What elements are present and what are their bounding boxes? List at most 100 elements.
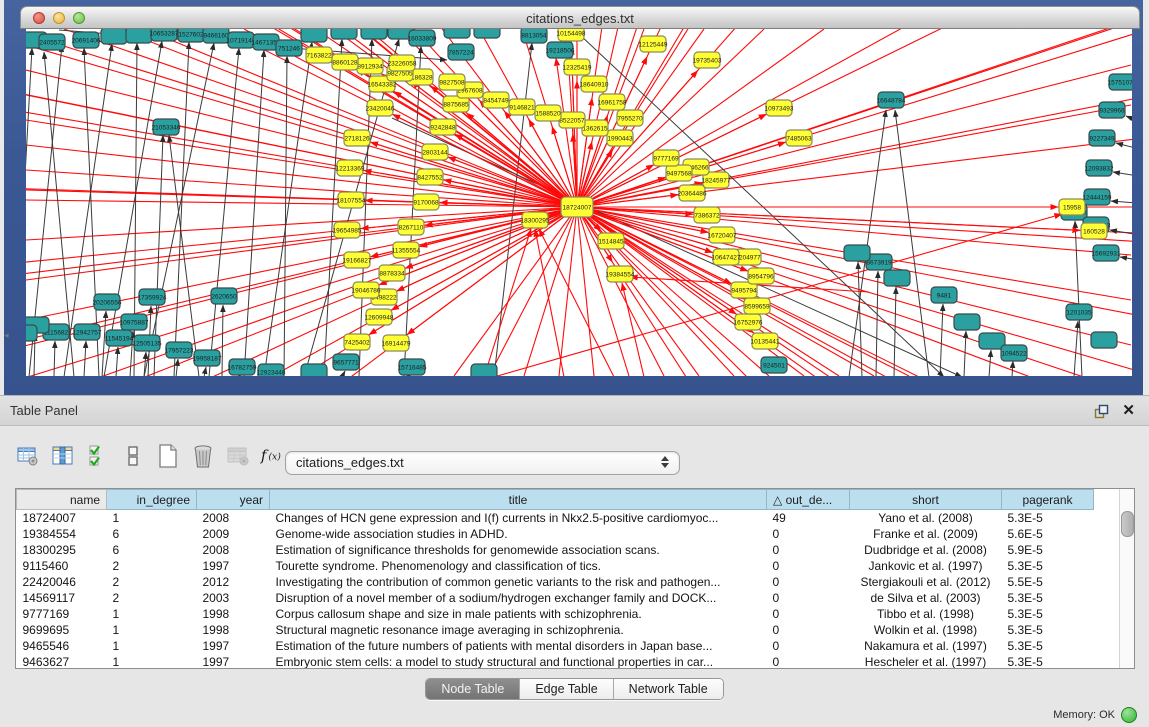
graph-edge[interactable] <box>174 42 189 376</box>
graph-edge[interactable] <box>264 42 312 376</box>
graph-node[interactable]: 2405572 <box>39 34 65 50</box>
network-canvas[interactable]: 2405572206914061065328715276029466160107… <box>26 29 1132 376</box>
graph-edge[interactable] <box>940 304 943 376</box>
graph-node[interactable]: 10154498 <box>557 29 586 41</box>
table-row[interactable]: 1872400712008Changes of HCN gene express… <box>17 510 1094 526</box>
graph-node[interactable] <box>1091 332 1117 348</box>
network-window-titlebar[interactable]: citations_edges.txt <box>20 6 1140 29</box>
graph-edge[interactable] <box>577 29 1132 207</box>
graph-node[interactable] <box>101 29 127 44</box>
graph-node[interactable]: 18640910 <box>580 76 609 92</box>
graph-node[interactable]: 1201035 <box>1066 304 1092 320</box>
graph-node[interactable]: 11355554 <box>392 242 421 258</box>
graph-edge[interactable] <box>989 350 991 376</box>
graph-edge[interactable] <box>858 262 862 376</box>
graph-edge[interactable] <box>577 29 1132 207</box>
graph-node[interactable]: 751246 <box>276 40 302 56</box>
graph-node[interactable]: 9481 <box>931 287 957 303</box>
graph-node[interactable]: 12125449 <box>639 36 668 52</box>
graph-node[interactable]: 19384554 <box>606 266 635 282</box>
graph-node[interactable]: 16782759 <box>228 359 257 375</box>
graph-node[interactable]: 19218506 <box>546 42 575 58</box>
graph-node[interactable]: 12444159 <box>1083 189 1112 205</box>
graph-edge[interactable] <box>577 29 1132 207</box>
graph-node[interactable]: 12093832 <box>1085 160 1114 176</box>
graph-edge[interactable] <box>577 29 1132 207</box>
graph-node[interactable]: 8267110 <box>398 219 424 235</box>
column-header-short[interactable]: short <box>850 490 1002 510</box>
graph-node[interactable]: 15751074 <box>1108 74 1132 90</box>
graph-node[interactable]: 7857224 <box>448 44 474 60</box>
graph-edge[interactable] <box>577 65 1131 207</box>
graph-edge[interactable] <box>222 305 223 376</box>
graph-edge[interactable] <box>26 120 577 207</box>
graph-node[interactable]: 8813054 <box>521 29 547 43</box>
graph-edge[interactable] <box>144 43 214 376</box>
graph-node[interactable]: 9777169 <box>653 150 679 166</box>
graph-node[interactable] <box>474 29 500 38</box>
graph-node[interactable]: 9497568 <box>666 165 692 181</box>
graph-node[interactable]: 2718126 <box>344 130 370 146</box>
graph-node[interactable]: 16033809 <box>408 30 437 46</box>
column-header-name[interactable]: name <box>17 490 107 510</box>
graph-edge[interactable] <box>577 29 1132 207</box>
graph-node[interactable] <box>844 245 870 261</box>
graph-node[interactable]: 10135441 <box>751 333 780 349</box>
graph-node[interactable]: 7485063 <box>786 130 812 146</box>
graph-node[interactable]: 9827508 <box>439 74 465 90</box>
graph-node[interactable]: 8860128 <box>332 54 358 70</box>
graph-node[interactable]: 2620650 <box>211 288 237 304</box>
show-column-icon[interactable] <box>49 442 77 470</box>
graph-node[interactable]: 11545194 <box>105 330 134 346</box>
graph-node[interactable]: 12942757 <box>73 324 102 340</box>
graph-node[interactable]: 8912934 <box>357 58 383 74</box>
graph-node[interactable]: 7386372 <box>694 207 720 223</box>
graph-node[interactable]: 10973493 <box>765 100 794 116</box>
graph-node[interactable]: 8599659 <box>744 298 770 314</box>
graph-edge[interactable] <box>577 207 1080 230</box>
graph-node[interactable]: 21053346 <box>152 119 181 135</box>
graph-node[interactable]: 18300295 <box>521 212 550 228</box>
graph-edge[interactable] <box>849 110 886 376</box>
graph-edge[interactable] <box>494 214 1062 376</box>
graph-node[interactable]: 7425402 <box>344 334 370 350</box>
graph-node[interactable]: 15716485 <box>398 359 427 375</box>
column-header-year[interactable]: year <box>197 490 270 510</box>
graph-node[interactable]: 23420046 <box>366 100 395 116</box>
graph-node[interactable]: 12505135 <box>133 335 162 351</box>
graph-node[interactable] <box>884 270 910 286</box>
graph-node[interactable]: 8954796 <box>748 268 774 284</box>
graph-node[interactable]: 16648784 <box>877 92 906 108</box>
table-row[interactable]: 911546021997Tourette syndrome. Phenomeno… <box>17 558 1094 574</box>
graph-node[interactable]: 20364486 <box>678 185 707 201</box>
graph-edge[interactable] <box>397 207 577 291</box>
graph-node[interactable]: 23226058 <box>388 55 417 71</box>
graph-node[interactable]: 9227349 <box>1089 130 1115 146</box>
select-columns-icon[interactable] <box>84 442 112 470</box>
graph-node[interactable]: 9146821 <box>509 99 535 115</box>
graph-node[interactable]: 16914479 <box>382 335 411 351</box>
graph-node[interactable]: 17359924 <box>138 289 167 305</box>
graph-node[interactable]: 10653287 <box>150 29 179 41</box>
graph-node[interactable]: 16720407 <box>708 227 737 243</box>
graph-node[interactable]: 8427552 <box>417 169 443 185</box>
graph-node[interactable] <box>444 29 470 38</box>
table-row[interactable]: 1830029562008Estimation of significance … <box>17 542 1094 558</box>
graph-node[interactable]: 20206556 <box>93 294 122 310</box>
graph-node[interactable]: 10647427 <box>712 249 741 265</box>
table-row[interactable]: 2242004622012Investigating the contribut… <box>17 574 1094 590</box>
graph-node[interactable]: 19735403 <box>693 52 722 68</box>
new-table-icon[interactable] <box>154 442 182 470</box>
table-row[interactable]: 946554611997Estimation of the future num… <box>17 638 1094 654</box>
graph-node[interactable] <box>26 325 37 341</box>
vertical-scrollbar[interactable] <box>1119 489 1134 668</box>
graph-node[interactable] <box>301 364 327 376</box>
function-builder-icon[interactable]: f(x) <box>259 442 287 470</box>
graph-node[interactable] <box>126 29 152 43</box>
graph-node[interactable]: 9466160 <box>203 29 229 43</box>
graph-node[interactable]: 10975887 <box>120 314 149 330</box>
graph-edge[interactable] <box>1111 201 1132 204</box>
graph-edge[interactable] <box>622 283 644 376</box>
graph-node[interactable]: 8522057 <box>559 112 585 128</box>
node-table[interactable]: namein_degreeyeartitle△ out_de...shortpa… <box>15 488 1135 669</box>
